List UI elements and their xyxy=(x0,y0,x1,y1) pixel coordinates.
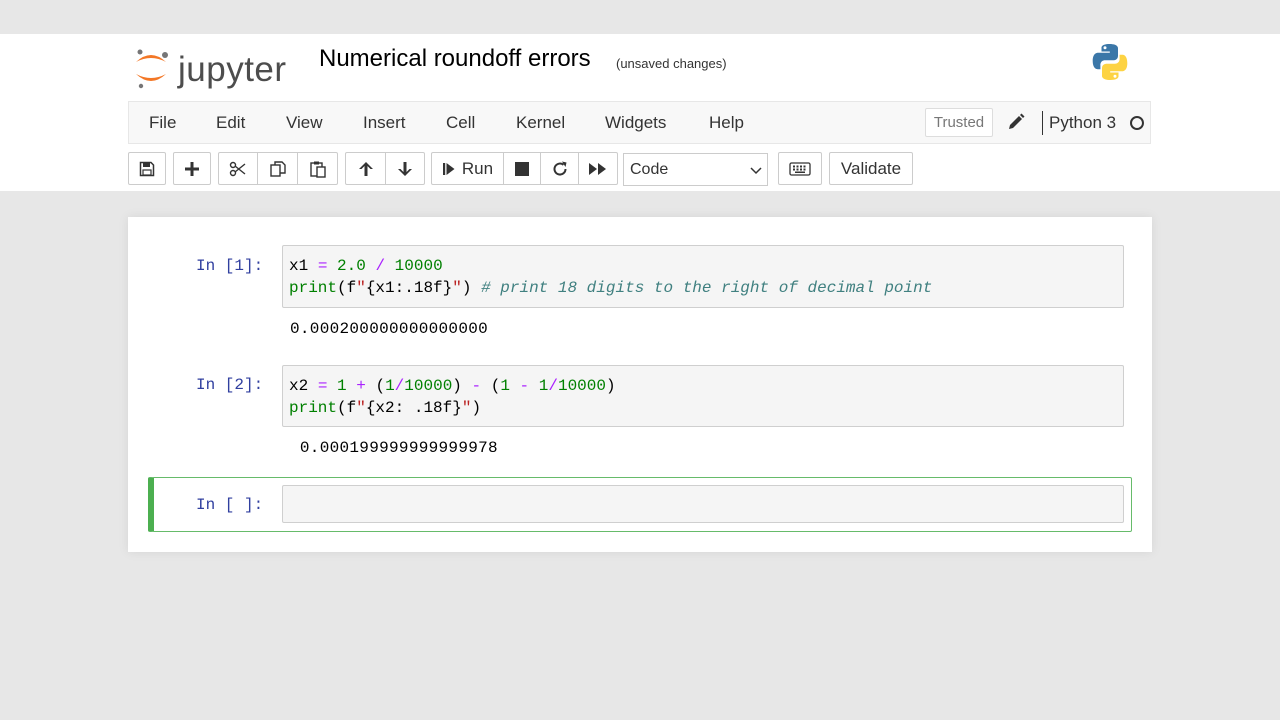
restart-icon xyxy=(553,161,567,176)
scissors-icon xyxy=(229,161,246,176)
copy-icon xyxy=(269,160,286,177)
keyboard-icon xyxy=(789,161,811,176)
menu-cell[interactable]: Cell xyxy=(446,113,475,133)
menu-view[interactable]: View xyxy=(286,113,323,133)
cell-1-code-input[interactable]: x1 = 2.0 / 10000 print(f"{x1:.18f}") # p… xyxy=(282,245,1124,308)
save-icon xyxy=(139,161,155,176)
python-logo-icon xyxy=(1092,44,1128,80)
menu-kernel[interactable]: Kernel xyxy=(516,113,565,133)
interrupt-kernel-button[interactable] xyxy=(503,152,541,185)
menu-insert[interactable]: Insert xyxy=(363,113,406,133)
arrow-down-icon xyxy=(398,161,412,176)
validate-button-label: Validate xyxy=(840,158,902,178)
notebook-title[interactable]: Numerical roundoff errors xyxy=(319,45,591,73)
cell-3-code-input[interactable] xyxy=(282,485,1124,523)
cell-2-prompt: In [2]: xyxy=(196,376,264,394)
kernel-separator xyxy=(1042,111,1043,135)
kernel-idle-indicator-icon xyxy=(1130,116,1144,130)
menu-row: File Edit View Insert Cell Kernel Widget… xyxy=(128,101,1151,144)
stop-icon xyxy=(515,161,529,176)
jupyter-logo[interactable]: jupyter xyxy=(132,42,302,92)
cell-1-output: 0.000200000000000000 xyxy=(290,320,489,338)
fast-forward-icon xyxy=(589,162,606,175)
move-up-button[interactable] xyxy=(345,152,386,185)
menu-file[interactable]: File xyxy=(149,113,176,133)
save-status: (unsaved changes) xyxy=(616,56,727,71)
run-button-label: Run xyxy=(461,158,494,178)
run-button[interactable]: Run xyxy=(431,152,504,185)
copy-button[interactable] xyxy=(257,152,298,185)
paste-icon xyxy=(309,161,326,178)
step-forward-icon xyxy=(442,162,455,175)
kernel-name[interactable]: Python 3 xyxy=(1049,113,1116,133)
jupyter-logo-text: jupyter xyxy=(178,50,287,89)
chevron-down-icon xyxy=(750,167,762,175)
restart-kernel-button[interactable] xyxy=(540,152,579,185)
cut-button[interactable] xyxy=(218,152,258,185)
cell-2-output: 0.000199999999999978 xyxy=(290,439,498,457)
cell-3-prompt: In [ ]: xyxy=(196,496,264,514)
cell-type-select[interactable]: Code xyxy=(623,153,768,186)
menu-edit[interactable]: Edit xyxy=(216,113,245,133)
cell-type-value: Code xyxy=(630,161,669,178)
command-palette-button[interactable] xyxy=(778,152,822,185)
menu-widgets[interactable]: Widgets xyxy=(605,113,666,133)
move-down-button[interactable] xyxy=(385,152,425,185)
validate-button[interactable]: Validate xyxy=(829,152,913,185)
jupyter-logo-icon xyxy=(136,49,168,89)
plus-icon xyxy=(185,161,199,176)
notebook-header: jupyter Numerical roundoff errors (unsav… xyxy=(0,34,1280,101)
cell-2-code-input[interactable]: x2 = 1 + (1/10000) - (1 - 1/10000) print… xyxy=(282,365,1124,427)
pencil-icon[interactable] xyxy=(1006,112,1026,132)
trusted-indicator[interactable]: Trusted xyxy=(925,108,993,137)
menu-help[interactable]: Help xyxy=(709,113,744,133)
paste-button[interactable] xyxy=(297,152,338,185)
save-button[interactable] xyxy=(128,152,166,185)
arrow-up-icon xyxy=(358,161,373,176)
menubar-container: File Edit View Insert Cell Kernel Widget… xyxy=(0,101,1280,191)
cell-1-prompt: In [1]: xyxy=(196,257,264,275)
restart-run-all-button[interactable] xyxy=(578,152,618,185)
insert-cell-button[interactable] xyxy=(173,152,211,185)
